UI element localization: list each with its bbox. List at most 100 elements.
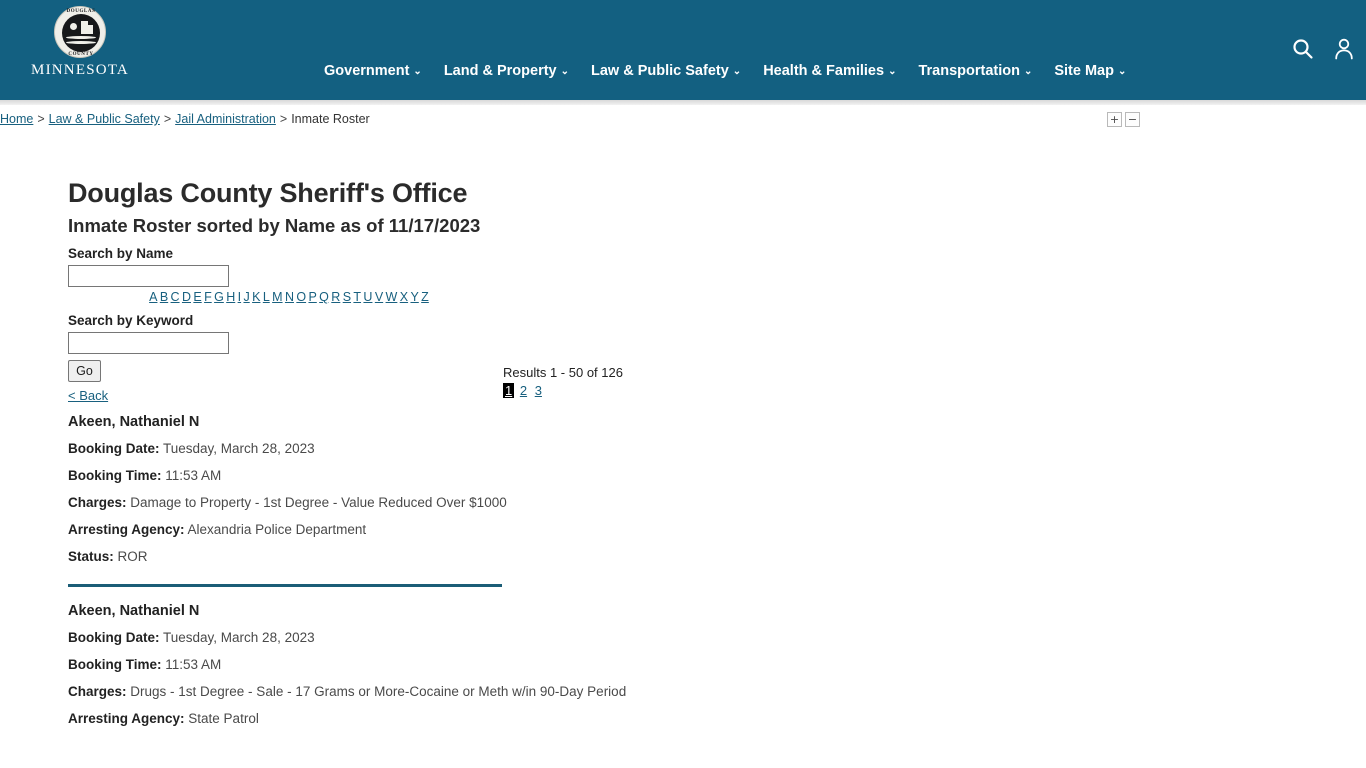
alpha-link-r[interactable]: R — [330, 290, 341, 304]
main-content: Douglas County Sheriff's Office Inmate R… — [0, 140, 1366, 405]
inmate-record: Akeen, Nathaniel NBooking Date: Tuesday,… — [0, 599, 1366, 732]
search-by-keyword-input[interactable] — [68, 332, 229, 354]
alpha-link-v[interactable]: V — [374, 290, 385, 304]
nav-item-label: Government — [324, 63, 409, 79]
douglas-county-seal-icon: DOUGLAS COUNTY — [54, 6, 106, 58]
inmate-booking-date-value: Tuesday, March 28, 2023 — [160, 441, 315, 456]
results-count-label: Results 1 - 50 of 126 — [503, 365, 623, 381]
breadcrumb-separator: > — [33, 112, 48, 126]
zoom-out-button[interactable]: − — [1125, 112, 1140, 127]
inmate-arresting-agency-label: Arresting Agency: — [68, 711, 185, 726]
alpha-link-g[interactable]: G — [213, 290, 225, 304]
inmate-booking-time: Booking Time: 11:53 AM — [68, 462, 1366, 489]
nav-item-land-property[interactable]: Land & Property ⌄ — [433, 63, 580, 79]
alpha-link-e[interactable]: E — [192, 290, 203, 304]
seal-bottom-text: COUNTY — [68, 52, 93, 57]
state-name-label: MINNESOTA — [31, 62, 129, 79]
user-account-icon[interactable] — [1332, 36, 1358, 64]
inmate-record: Akeen, Nathaniel NBooking Date: Tuesday,… — [0, 410, 1366, 570]
pagination-page-2[interactable]: 2 — [518, 383, 529, 398]
alpha-link-y[interactable]: Y — [409, 290, 420, 304]
inmate-arresting-agency-value: State Patrol — [185, 711, 259, 726]
inmate-arresting-agency-label: Arresting Agency: — [68, 522, 185, 537]
inmate-charges-label: Charges: — [68, 684, 127, 699]
nav-item-label: Health & Families — [763, 63, 884, 79]
back-link[interactable]: < Back — [68, 388, 108, 403]
record-divider — [68, 584, 502, 587]
alpha-link-t[interactable]: T — [352, 290, 362, 304]
inmate-status-value: ROR — [114, 549, 148, 564]
search-by-name-input[interactable] — [68, 265, 229, 287]
go-button[interactable]: Go — [68, 360, 101, 382]
inmate-record-list: Akeen, Nathaniel NBooking Date: Tuesday,… — [0, 410, 1366, 732]
alpha-link-s[interactable]: S — [342, 290, 353, 304]
alpha-link-z[interactable]: Z — [420, 290, 430, 304]
breadcrumb-item-jail-administration[interactable]: Jail Administration — [175, 112, 276, 126]
nav-item-label: Transportation — [918, 63, 1020, 79]
page-subtitle: Inmate Roster sorted by Name as of 11/17… — [68, 215, 1366, 237]
alpha-link-p[interactable]: P — [307, 290, 318, 304]
alpha-link-k[interactable]: K — [251, 290, 262, 304]
inmate-charges: Charges: Drugs - 1st Degree - Sale - 17 … — [68, 678, 1366, 705]
alpha-link-l[interactable]: L — [262, 290, 271, 304]
alpha-link-m[interactable]: M — [271, 290, 284, 304]
inmate-charges: Charges: Damage to Property - 1st Degree… — [68, 489, 1366, 516]
breadcrumb-row: Home>Law & Public Safety>Jail Administra… — [0, 112, 1366, 132]
alpha-link-h[interactable]: H — [225, 290, 236, 304]
inmate-name: Akeen, Nathaniel N — [68, 410, 1366, 435]
alpha-link-o[interactable]: O — [295, 290, 307, 304]
nav-item-label: Land & Property — [444, 63, 557, 79]
nav-item-government[interactable]: Government ⌄ — [313, 63, 433, 79]
inmate-booking-time-label: Booking Time: — [68, 657, 162, 672]
alpha-link-b[interactable]: B — [159, 290, 170, 304]
main-navigation: Government⌄Land & Property⌄Law & Public … — [313, 63, 1137, 79]
alpha-link-d[interactable]: D — [181, 290, 192, 304]
pagination-page-1[interactable]: 1 — [503, 383, 514, 398]
breadcrumb-item-law-public-safety[interactable]: Law & Public Safety — [49, 112, 160, 126]
alpha-link-w[interactable]: W — [384, 290, 398, 304]
alpha-link-j[interactable]: J — [242, 290, 251, 304]
chevron-down-icon: ⌄ — [733, 67, 741, 77]
zoom-in-button[interactable]: + — [1107, 112, 1122, 127]
chevron-down-icon: ⌄ — [413, 67, 421, 77]
inmate-arresting-agency-value: Alexandria Police Department — [185, 522, 367, 537]
alpha-link-u[interactable]: U — [362, 290, 373, 304]
nav-item-transportation[interactable]: Transportation⌄ — [907, 63, 1043, 79]
inmate-booking-date-value: Tuesday, March 28, 2023 — [160, 630, 315, 645]
inmate-status: Status: ROR — [68, 543, 1366, 570]
chevron-down-icon: ⌄ — [888, 67, 896, 77]
breadcrumb-separator: > — [276, 112, 291, 126]
alpha-link-a[interactable]: A — [148, 290, 159, 304]
alpha-link-f[interactable]: F — [203, 290, 213, 304]
seal-top-text: DOUGLAS — [67, 9, 96, 14]
search-icon[interactable] — [1290, 36, 1316, 64]
chevron-down-icon: ⌄ — [561, 67, 569, 77]
inmate-booking-date: Booking Date: Tuesday, March 28, 2023 — [68, 624, 1366, 651]
zoom-controls: + − — [1107, 112, 1140, 127]
alpha-link-q[interactable]: Q — [318, 290, 330, 304]
inmate-arresting-agency: Arresting Agency: Alexandria Police Depa… — [68, 516, 1366, 543]
breadcrumb-separator: > — [160, 112, 175, 126]
inmate-status-label: Status: — [68, 549, 114, 564]
inmate-booking-date-label: Booking Date: — [68, 441, 160, 456]
nav-item-label: Site Map — [1054, 63, 1114, 79]
alpha-link-c[interactable]: C — [169, 290, 180, 304]
inmate-booking-time-value: 11:53 AM — [162, 468, 222, 483]
inmate-booking-date-label: Booking Date: — [68, 630, 160, 645]
search-by-name-label: Search by Name — [68, 246, 1366, 261]
breadcrumb: Home>Law & Public Safety>Jail Administra… — [0, 112, 370, 126]
nav-item-health-families[interactable]: Health & Families ⌄ — [752, 63, 907, 79]
site-logo[interactable]: DOUGLAS COUNTY MINNESOTA — [0, 0, 160, 100]
nav-item-law-public-safety[interactable]: Law & Public Safety ⌄ — [580, 63, 752, 79]
nav-item-site-map[interactable]: Site Map⌄ — [1043, 63, 1137, 79]
site-header: DOUGLAS COUNTY MINNESOTA Government⌄Land… — [0, 0, 1366, 100]
alpha-link-n[interactable]: N — [284, 290, 295, 304]
inmate-charges-value: Damage to Property - 1st Degree - Value … — [127, 495, 507, 510]
inmate-booking-date: Booking Date: Tuesday, March 28, 2023 — [68, 435, 1366, 462]
inmate-booking-time: Booking Time: 11:53 AM — [68, 651, 1366, 678]
nav-item-label: Law & Public Safety — [591, 63, 729, 79]
alpha-link-x[interactable]: X — [399, 290, 410, 304]
breadcrumb-item-home[interactable]: Home — [0, 112, 33, 126]
pagination-page-3[interactable]: 3 — [533, 383, 544, 398]
inmate-arresting-agency: Arresting Agency: State Patrol — [68, 705, 1366, 732]
